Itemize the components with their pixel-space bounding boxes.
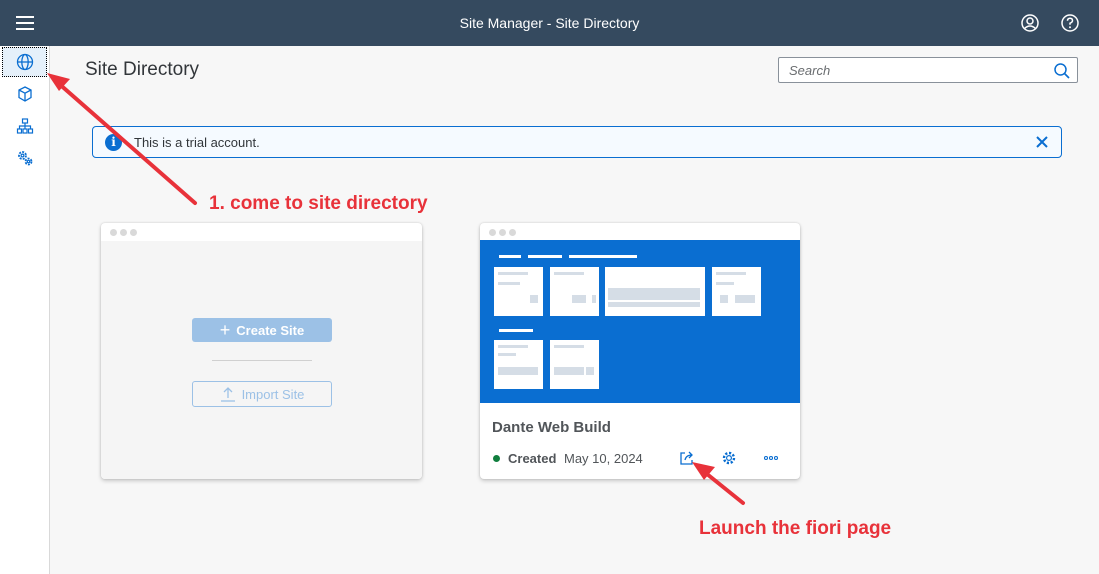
launch-site-button[interactable] [678, 449, 696, 467]
sidebar-item-content-manager[interactable] [2, 79, 47, 109]
user-icon [1021, 14, 1039, 32]
annotation-step2: Launch the fiori page [699, 518, 892, 539]
created-date: May 10, 2024 [564, 451, 643, 466]
divider [212, 360, 312, 361]
help-button[interactable] [1059, 12, 1081, 34]
sidebar-item-provider-manager[interactable] [2, 111, 47, 141]
help-icon [1061, 14, 1079, 32]
shell-bar: Site Manager - Site Directory [0, 0, 1099, 46]
user-profile-button[interactable] [1019, 12, 1041, 34]
card-window-dots [480, 223, 800, 241]
create-site-button[interactable]: + Create Site [192, 318, 332, 342]
launch-icon [680, 451, 693, 465]
create-site-card: + Create Site Import Site [101, 223, 422, 479]
trial-message-strip: i This is a trial account. [92, 126, 1062, 158]
globe-icon [16, 53, 33, 71]
gears-icon [17, 151, 32, 166]
search-input[interactable] [779, 58, 1047, 82]
site-name[interactable]: Dante Web Build [492, 419, 611, 436]
more-actions-button[interactable] [762, 449, 780, 467]
add-icon: + [219, 320, 231, 340]
create-site-label: Create Site [236, 322, 305, 338]
shell-title: Site Manager - Site Directory [459, 15, 640, 31]
search-icon[interactable] [1053, 62, 1071, 80]
search-field[interactable] [778, 57, 1078, 83]
site-settings-button[interactable] [720, 449, 738, 467]
info-icon: i [105, 134, 122, 151]
more-icon [763, 455, 779, 461]
close-icon[interactable] [1033, 133, 1051, 151]
page-title: Site Directory [85, 59, 200, 80]
message-text: This is a trial account. [134, 135, 260, 150]
sidebar [0, 46, 50, 574]
gear-icon [722, 451, 736, 465]
hierarchy-icon [16, 118, 33, 134]
annotation-step1: 1. come to site directory [209, 193, 428, 214]
card-window-dots [101, 223, 422, 241]
status-dot [493, 455, 500, 462]
status-badge: Created [508, 451, 557, 466]
import-site-button[interactable]: Import Site [192, 381, 332, 407]
cube-icon [17, 86, 32, 102]
import-site-label: Import Site [241, 386, 305, 402]
upload-icon [220, 387, 235, 402]
site-preview-image [480, 240, 800, 403]
sidebar-item-site-directory[interactable] [2, 47, 47, 77]
site-card[interactable]: Dante Web Build Created May 10, 2024 [480, 223, 800, 479]
sidebar-item-settings[interactable] [2, 143, 47, 173]
